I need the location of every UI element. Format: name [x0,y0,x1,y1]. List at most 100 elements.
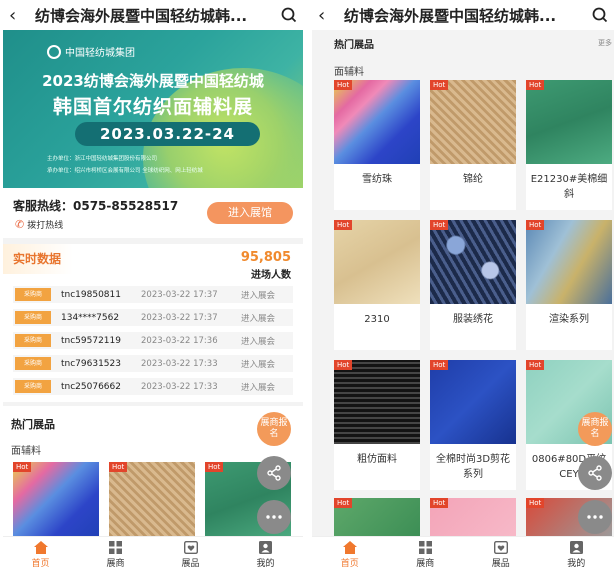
product-image: Hot [430,220,516,304]
user-icon [569,540,583,554]
hot-badge: Hot [334,360,353,370]
hot-badge: Hot [430,220,449,230]
hot-products-screen: ‹ 纺博会海外展暨中国轻纺城韩... 热门展品 更多 面辅料 Hot 雪纺珠 H… [312,0,614,572]
product-name: 2310 [364,314,390,325]
hotline-section: 客服热线：0575-85528517 ✆ 拨打热线 进入展馆 [3,188,303,238]
tab-label: 展商 [416,558,435,569]
grid-icon [418,540,432,554]
hot-badge: Hot [109,462,128,472]
product-card[interactable]: Hot 渲染系列 [526,220,612,350]
visit-action: 进入展会 [241,359,276,370]
visit-account: tnc19850811 [61,289,121,300]
heart-box-icon [493,540,508,554]
search-icon[interactable] [582,7,608,23]
product-card[interactable]: Hot 雪纺珠 [334,80,420,210]
bottom-tab-bar: 首页 展商 展品 我的 [312,536,614,572]
tab-home[interactable]: 首页 [312,537,388,572]
product-name: 粗仿面料 [357,454,397,465]
back-arrow-icon[interactable]: ‹ [318,5,344,26]
banner-line2: 韩国首尔纺织面辅料展 [52,96,253,118]
share-icon[interactable] [257,456,291,490]
product-card[interactable]: Hot 锦纶 [430,80,516,210]
home-screen: ‹ 纺博会海外展暨中国轻纺城韩... 中国轻纺城集团 2023纺博会海外展暨中国… [3,0,303,572]
visit-action: 进入展会 [241,382,276,393]
more-dots-icon[interactable] [257,500,291,534]
visitor-count: 95,805 [240,250,291,265]
product-card[interactable]: Hot [430,498,516,538]
tab-products[interactable]: 展品 [463,537,539,572]
product-name: 锦纶 [463,174,483,185]
tab-label: 展商 [106,558,125,569]
banner-date: 2023.03.22-24 [75,122,260,146]
tab-label: 展品 [491,558,510,569]
product-name: 全棉时尚3D剪花系列 [435,454,511,480]
page-title: 纺博会海外展暨中国轻纺城韩... [35,6,248,25]
hot-badge: Hot [430,360,449,370]
hot-badge: Hot [430,498,449,508]
visit-action: 进入展会 [241,290,276,301]
hot-badge: Hot [526,360,545,370]
exhibitor-register-button[interactable]: 展商报名 [257,412,291,446]
tab-exhibitors[interactable]: 展商 [78,537,153,572]
more-dots-icon[interactable] [578,500,612,534]
hot-badge: Hot [430,80,449,90]
visit-action: 进入展会 [241,313,276,324]
realtime-stats: 实时数据 95,805 进场人数 采购商 tnc19850811 2023-03-2… [3,244,303,402]
product-thumb[interactable]: Hot [109,462,195,540]
product-thumb[interactable]: Hot [13,462,99,540]
tab-mine[interactable]: 我的 [228,537,303,572]
product-card[interactable]: Hot 服装绣花 [430,220,516,350]
share-icon[interactable] [578,456,612,490]
visit-row: 采购商 tnc59572119 2023-03-22 17:36 进入展会 [13,332,293,349]
visit-row: 采购商 tnc19850811 2023-03-22 17:37 进入展会 [13,286,293,303]
product-card[interactable]: Hot 全棉时尚3D剪花系列 [430,360,516,490]
product-card[interactable]: Hot 粗仿面料 [334,360,420,490]
product-card[interactable]: Hot E21230#美棉细斜 [526,80,612,210]
visit-time: 2023-03-22 17:33 [141,381,218,392]
enter-hall-button[interactable]: 进入展馆 [207,202,293,224]
tab-exhibitors[interactable]: 展商 [388,537,464,572]
buyer-badge: 采购商 [15,288,51,301]
product-card[interactable]: Hot [334,498,420,538]
product-image: Hot [334,220,420,304]
product-name: E21230#美棉细斜 [530,174,608,200]
category-label: 面辅料 [334,67,364,78]
visit-time: 2023-03-22 17:36 [141,335,218,346]
expo-banner[interactable]: 中国轻纺城集团 2023纺博会海外展暨中国轻纺城 韩国首尔纺织面辅料展 2023… [3,30,303,188]
hot-products-title: 热门展品 [11,418,55,431]
product-name: 渲染系列 [549,314,589,325]
product-image: Hot [526,80,612,164]
tab-label: 首页 [31,558,50,569]
dial-hotline-link[interactable]: ✆ 拨打热线 [15,218,63,231]
banner-co-organizer: 承办单位：绍兴市柯桥区会展有限公司 全球纺织网、网上轻纺城 [47,168,203,174]
product-name: 雪纺珠 [362,174,392,185]
back-arrow-icon[interactable]: ‹ [9,5,35,26]
visit-time: 2023-03-22 17:33 [141,358,218,369]
product-image: Hot [334,360,420,444]
product-image: Hot [430,360,516,444]
tab-mine[interactable]: 我的 [539,537,614,572]
top-bar: ‹ 纺博会海外展暨中国轻纺城韩... [312,0,614,30]
search-icon[interactable] [271,7,297,23]
product-card[interactable]: Hot 2310 [334,220,420,350]
category-label: 面辅料 [11,446,41,457]
banner-logo: 中国轻纺城集团 [47,44,135,59]
visit-row: 采购商 tnc79631523 2023-03-22 17:33 进入展会 [13,355,293,372]
tab-products[interactable]: 展品 [153,537,228,572]
buyer-badge: 采购商 [15,311,51,324]
bottom-tab-bar: 首页 展商 展品 我的 [3,536,303,572]
visit-row: 采购商 134****7562 2023-03-22 17:37 进入展会 [13,309,293,326]
product-image: Hot [430,498,516,538]
top-bar: ‹ 纺博会海外展暨中国轻纺城韩... [3,0,303,30]
visit-account: tnc25076662 [61,381,121,392]
buyer-badge: 采购商 [15,334,51,347]
tab-home[interactable]: 首页 [3,537,78,572]
product-name: 服装绣花 [453,314,493,325]
buyer-badge: 采购商 [15,380,51,393]
visit-account: 134****7562 [61,312,120,323]
tab-label: 首页 [340,558,359,569]
more-link[interactable]: 更多 [598,38,612,48]
hot-products-title: 热门展品 [334,40,374,51]
hot-badge: Hot [526,498,545,508]
exhibitor-register-button[interactable]: 展商报名 [578,412,612,446]
